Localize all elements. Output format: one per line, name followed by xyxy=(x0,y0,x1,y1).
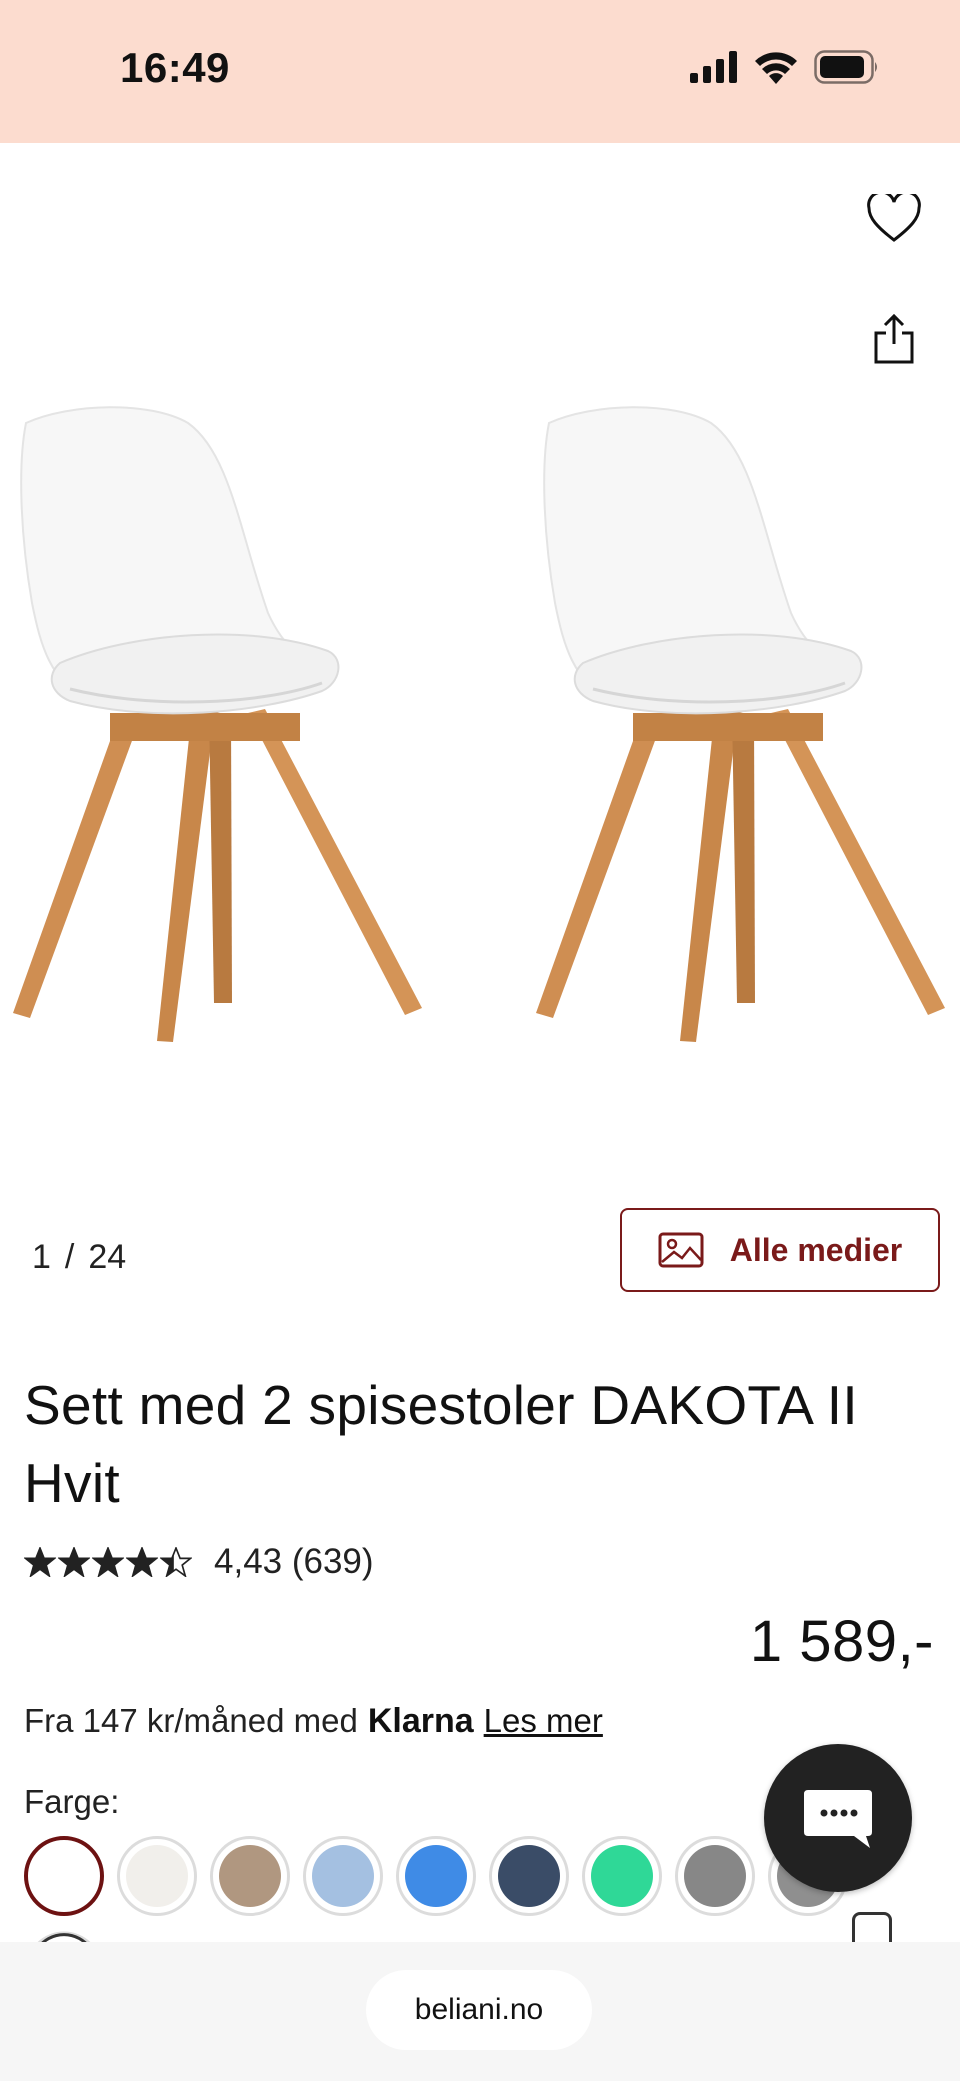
color-swatch[interactable] xyxy=(489,1836,569,1916)
color-swatch[interactable] xyxy=(210,1836,290,1916)
chat-button[interactable] xyxy=(764,1744,912,1892)
color-swatch[interactable] xyxy=(24,1836,104,1916)
image-counter: 1 / 24 xyxy=(32,1238,126,1277)
status-time: 16:49 xyxy=(120,44,230,91)
all-media-label: Alle medier xyxy=(729,1231,903,1268)
status-icons xyxy=(690,50,880,89)
color-swatch[interactable] xyxy=(582,1836,662,1916)
product-image-chair-right xyxy=(536,406,945,1042)
image-icon xyxy=(658,1232,704,1268)
read-more-link[interactable]: Les mer xyxy=(484,1702,603,1740)
share-button[interactable] xyxy=(862,307,926,371)
color-swatch[interactable] xyxy=(396,1836,476,1916)
wifi-icon xyxy=(754,50,798,89)
star-icon xyxy=(160,1547,192,1577)
favorite-button[interactable] xyxy=(862,187,926,251)
color-swatch-fill xyxy=(591,1845,653,1907)
battery-icon xyxy=(814,50,880,89)
star-icon xyxy=(58,1547,90,1577)
rating-text: 4,43 (639) xyxy=(214,1542,374,1581)
product-price: 1 589,- xyxy=(749,1609,934,1674)
heart-icon xyxy=(867,194,921,242)
image-counter-current: 1 xyxy=(32,1238,51,1276)
product-rating[interactable]: 4,43 (639) xyxy=(24,1542,374,1582)
color-swatch-fill xyxy=(498,1845,560,1907)
color-swatch-fill xyxy=(126,1845,188,1907)
status-bar: 16:49 xyxy=(0,0,960,143)
star-icon xyxy=(92,1547,124,1577)
address-bar[interactable]: beliani.no xyxy=(366,1970,592,2050)
color-swatch[interactable] xyxy=(303,1836,383,1916)
color-swatch[interactable] xyxy=(675,1836,755,1916)
chat-icon xyxy=(804,1790,872,1848)
star-icon xyxy=(126,1547,158,1577)
rating-stars xyxy=(24,1547,192,1577)
image-counter-total: 24 xyxy=(88,1238,127,1276)
color-swatch[interactable] xyxy=(117,1836,197,1916)
product-gallery[interactable] xyxy=(0,143,960,1153)
all-media-button[interactable]: Alle medier xyxy=(620,1208,940,1292)
color-swatch-fill xyxy=(684,1845,746,1907)
browser-bottom-bar: beliani.no xyxy=(0,1942,960,2081)
color-label: Farge: xyxy=(24,1783,120,1820)
financing-line: Fra 147 kr/måned med Klarna Les mer xyxy=(24,1702,603,1741)
product-title: Sett med 2 spisestoler DAKOTA II Hvit xyxy=(24,1374,858,1514)
color-swatches xyxy=(24,1836,854,1920)
image-counter-separator: / xyxy=(64,1238,75,1276)
color-swatch-fill xyxy=(219,1845,281,1907)
share-icon xyxy=(874,313,914,364)
signal-icon xyxy=(690,51,738,88)
financing-text: Fra 147 kr/måned med xyxy=(24,1702,358,1739)
product-image-chair-left xyxy=(13,406,422,1042)
color-swatch-fill xyxy=(405,1845,467,1907)
klarna-logo: Klarna xyxy=(367,1702,474,1740)
color-swatch-fill xyxy=(33,1845,95,1907)
star-icon xyxy=(24,1547,56,1577)
color-swatch-fill xyxy=(312,1845,374,1907)
